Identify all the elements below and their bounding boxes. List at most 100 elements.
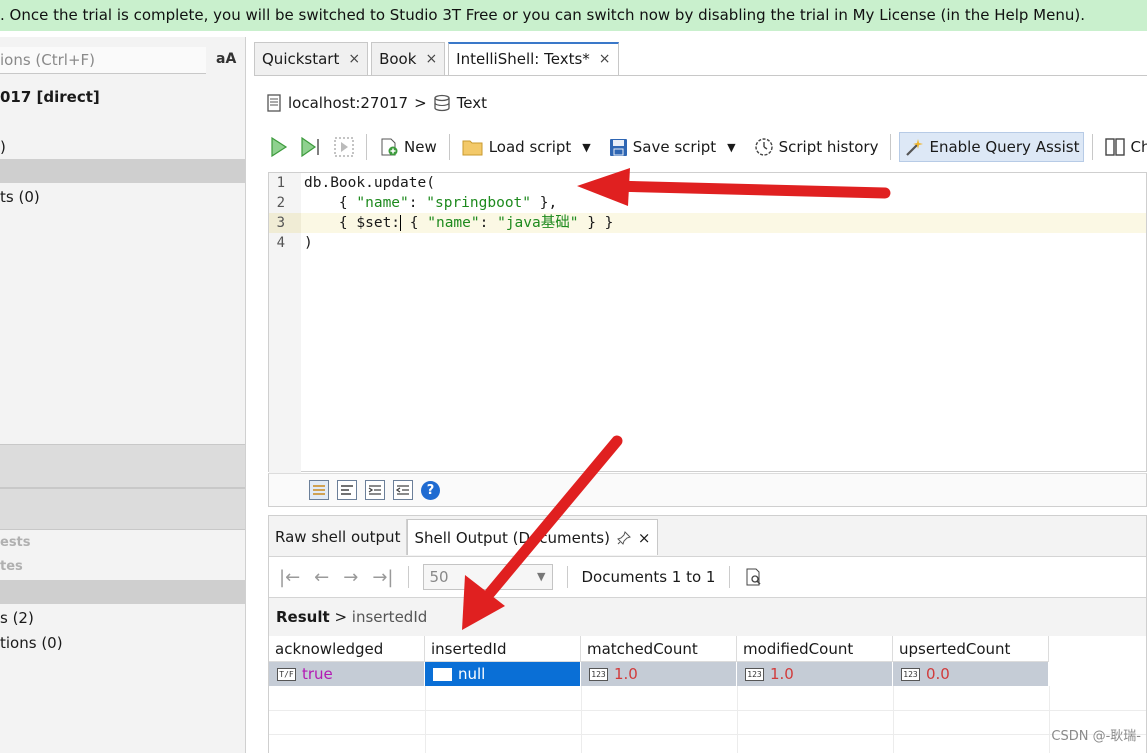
tree-connection-item[interactable]: 017 [direct] (0, 85, 245, 109)
format-icon[interactable] (309, 480, 329, 500)
wand-icon (906, 139, 924, 156)
tree-item[interactable]: tions (0) (0, 631, 245, 655)
tree-item[interactable]: ests (0, 531, 245, 555)
line-number: 1 (276, 175, 285, 191)
database-icon (433, 94, 451, 112)
outdent-icon[interactable] (393, 480, 413, 500)
next-page-icon[interactable]: → (343, 567, 358, 588)
breadcrumb: localhost:27017 > Text (266, 92, 487, 114)
run-selection-button[interactable] (330, 132, 358, 162)
output-panel: Raw shell output Shell Output (Documents… (268, 515, 1147, 753)
page-size-select[interactable]: 50 ▼ (422, 564, 553, 590)
cell-value: 1.0 (770, 665, 794, 683)
tab-raw-shell-output[interactable]: Raw shell output (269, 519, 408, 555)
number-type-icon: 123 (589, 667, 608, 681)
table-cell[interactable]: T/F true (269, 662, 425, 686)
tree-group-header[interactable] (0, 488, 245, 530)
page-size-value: 50 (429, 568, 449, 586)
prev-page-icon[interactable]: ← (314, 567, 329, 588)
first-page-icon[interactable]: |← (279, 567, 300, 588)
tab-shell-output-documents[interactable]: Shell Output (Documents) × (407, 519, 658, 556)
column-header[interactable]: modifiedCount (737, 636, 893, 662)
enable-query-assist-button[interactable]: Enable Query Assist (899, 132, 1085, 162)
trial-banner-text: . Once the trial is complete, you will b… (0, 6, 1085, 24)
column-header[interactable]: matchedCount (581, 636, 737, 662)
result-pager: |← ← → →| 50 ▼ Documents 1 to 1 (269, 556, 1146, 598)
code-line-current: { $set: { "name": "java基础" } } (301, 213, 1146, 233)
tree-item[interactable]: ) (0, 135, 245, 159)
number-type-icon: 123 (745, 667, 764, 681)
pager-divider (566, 566, 568, 588)
tab-label: Book (379, 49, 417, 68)
tree-item[interactable]: ts (0) (0, 185, 245, 209)
close-icon[interactable]: × (348, 43, 360, 76)
close-icon[interactable]: × (599, 43, 611, 76)
new-script-button[interactable]: New (375, 132, 441, 162)
tab-book[interactable]: Book × (371, 42, 446, 76)
chevron-down-icon[interactable]: ▼ (582, 141, 590, 154)
code-line: { "name": "springboot" }, (304, 195, 558, 211)
load-script-button[interactable]: Load script ▼ (458, 132, 601, 162)
folder-icon (462, 140, 483, 156)
breadcrumb-database[interactable]: Text (457, 94, 487, 112)
toolbar-divider (366, 134, 367, 160)
watermark: CSDN @-耿瑞- (1051, 729, 1141, 744)
table-cell[interactable]: 123 1.0 (581, 662, 737, 686)
pager-divider (407, 566, 409, 588)
output-tabs: Raw shell output Shell Output (Documents… (269, 519, 658, 555)
run-button[interactable] (266, 132, 292, 162)
tree-item[interactable]: s (2) (0, 606, 245, 630)
tab-intellishell[interactable]: IntelliShell: Texts* × (448, 42, 619, 76)
change-layout-button[interactable]: Chang (1101, 132, 1147, 162)
tree-item[interactable]: tes (0, 555, 245, 579)
save-icon (609, 138, 627, 156)
cell-value: true (302, 665, 333, 683)
align-left-icon[interactable] (337, 480, 357, 500)
tree-group-header[interactable] (0, 444, 245, 488)
column-header[interactable]: acknowledged (269, 636, 425, 662)
run-line-icon (301, 137, 319, 157)
breadcrumb-host[interactable]: localhost:27017 (288, 94, 408, 112)
help-icon[interactable]: ? (421, 480, 440, 500)
font-toggle-button[interactable]: aA (216, 51, 236, 67)
save-script-button[interactable]: Save script ▼ (605, 132, 746, 162)
boolean-type-icon: T/F (277, 667, 296, 681)
tree-item-selected[interactable] (0, 159, 245, 183)
run-line-button[interactable] (296, 132, 326, 162)
script-history-label: Script history (778, 138, 879, 156)
line-number: 4 (276, 235, 285, 251)
last-page-icon[interactable]: →| (372, 567, 393, 588)
script-editor[interactable]: 1 2 3 4 db.Book.update( { "name": "sprin… (268, 172, 1147, 473)
tab-quickstart[interactable]: Quickstart × (254, 42, 369, 76)
close-icon[interactable]: × (638, 520, 651, 556)
table-cell-selected[interactable]: null (425, 662, 581, 686)
result-path-field[interactable]: insertedId (352, 608, 427, 626)
breadcrumb-separator: > (414, 94, 427, 112)
load-script-label: Load script (488, 138, 572, 156)
cell-value: 0.0 (926, 665, 950, 683)
code-area[interactable]: db.Book.update( { "name": "springboot" }… (301, 173, 1146, 473)
table-cell[interactable]: 123 1.0 (737, 662, 893, 686)
cell-value: null (458, 665, 486, 683)
code-line: ) (304, 235, 313, 251)
close-icon[interactable]: × (425, 43, 437, 76)
tree-filter-input[interactable]: ions (Ctrl+F) (0, 47, 206, 74)
history-icon (754, 138, 773, 156)
script-history-button[interactable]: Script history (750, 132, 883, 162)
toolbar-divider (1092, 134, 1094, 160)
result-path-separator: > (334, 608, 348, 626)
editor-footer-toolbar: ? (268, 473, 1147, 507)
column-header[interactable]: upsertedCount (893, 636, 1049, 662)
tree-item-selected[interactable] (0, 580, 245, 604)
save-script-label: Save script (632, 138, 717, 156)
chevron-down-icon[interactable]: ▼ (727, 141, 735, 154)
result-label[interactable]: Result (276, 608, 330, 626)
script-toolbar: New Load script ▼ Save script ▼ Script h… (266, 129, 1147, 165)
connection-tree-panel: ions (Ctrl+F) aA 017 [direct] ) ts (0) e… (0, 37, 246, 753)
new-script-icon (381, 138, 398, 156)
column-header[interactable]: insertedId (425, 636, 581, 662)
table-cell[interactable]: 123 0.0 (893, 662, 1049, 686)
change-layout-label: Chang (1130, 138, 1147, 156)
column-divider (425, 686, 426, 753)
indent-icon[interactable] (365, 480, 385, 500)
